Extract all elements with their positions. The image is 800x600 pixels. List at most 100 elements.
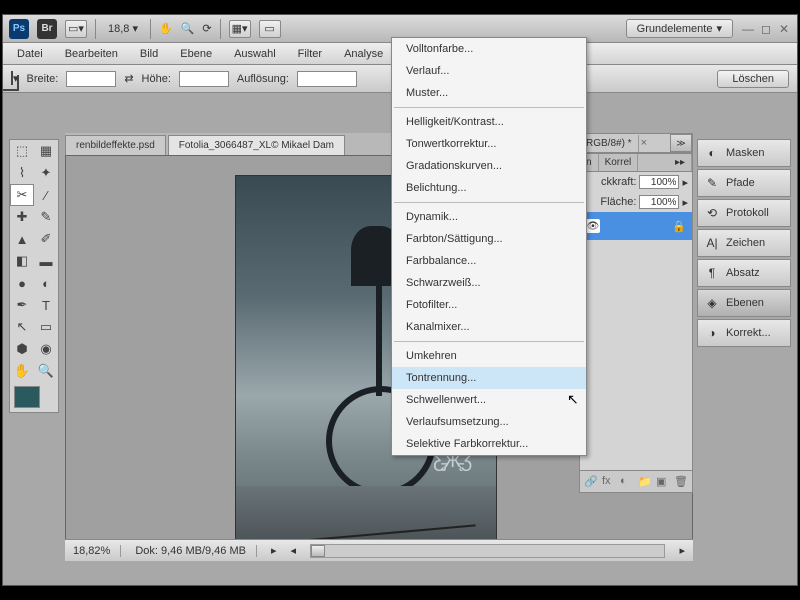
- heal-tool-icon[interactable]: ✚: [10, 206, 34, 228]
- 3d-tool-icon[interactable]: ⬢: [10, 338, 34, 360]
- menu-filter[interactable]: Filter: [288, 45, 332, 63]
- menu-ebene[interactable]: Ebene: [170, 45, 222, 63]
- zoom-tool-icon[interactable]: 🔍: [181, 22, 195, 35]
- document-tab[interactable]: renbildeffekte.psd: [65, 135, 166, 155]
- menu-item-threshold[interactable]: Schwellenwert...: [392, 389, 586, 411]
- menu-item-huesat[interactable]: Farbton/Sättigung...: [392, 228, 586, 250]
- menu-item-pattern[interactable]: Muster...: [392, 82, 586, 104]
- stamp-tool-icon[interactable]: ▲: [10, 228, 34, 250]
- move-tool-icon[interactable]: ⬚: [10, 140, 34, 162]
- new-layer-icon[interactable]: ▣: [656, 475, 670, 489]
- layers-panel: n Korrel ▸▸ ckkraft:▸ Fläche:▸ 👁 🔒 🔗 fx …: [579, 153, 693, 493]
- workspace-switcher[interactable]: Grundelemente▾: [626, 19, 733, 38]
- eraser-tool-icon[interactable]: ◧: [10, 250, 34, 272]
- lasso-tool-icon[interactable]: ⌇: [10, 162, 34, 184]
- crop-tool-icon[interactable]: ✂: [10, 184, 34, 206]
- arrange-button[interactable]: ▦▾: [229, 20, 251, 38]
- screen-mode-button[interactable]: ▭: [259, 20, 281, 38]
- menu-item-photofilter[interactable]: Fotofilter...: [392, 294, 586, 316]
- menu-item-posterize[interactable]: Tontrennung...: [392, 367, 586, 389]
- fill-input[interactable]: [639, 195, 679, 209]
- foreground-color[interactable]: [14, 386, 40, 408]
- menu-item-solidcolor[interactable]: Volltonfarbe...: [392, 38, 586, 60]
- folder-icon[interactable]: 📁: [638, 475, 652, 489]
- horizontal-scrollbar[interactable]: [310, 544, 665, 558]
- 3d-cam-icon[interactable]: ◉: [34, 338, 58, 360]
- menu-item-exposure[interactable]: Belichtung...: [392, 177, 586, 199]
- fill-label: Fläche:: [600, 196, 636, 208]
- resolution-input[interactable]: [297, 71, 357, 87]
- link-icon[interactable]: 🔗: [584, 475, 598, 489]
- menu-item-vibrance[interactable]: Dynamik...: [392, 206, 586, 228]
- opacity-input[interactable]: [639, 175, 679, 189]
- zoom-tool-icon[interactable]: 🔍: [34, 360, 58, 382]
- panel-tab[interactable]: Korrel: [599, 154, 639, 171]
- bridge-logo-icon[interactable]: Br: [37, 19, 57, 39]
- history-brush-icon[interactable]: ✐: [34, 228, 58, 250]
- maximize-button[interactable]: ◻: [759, 22, 773, 36]
- crop-tool-icon[interactable]: ▾: [11, 72, 19, 85]
- menu-item-brightness[interactable]: Helligkeit/Kontrast...: [392, 111, 586, 133]
- menu-item-gradient[interactable]: Verlauf...: [392, 60, 586, 82]
- menu-item-curves[interactable]: Gradationskurven...: [392, 155, 586, 177]
- eyedropper-tool-icon[interactable]: ⁄: [34, 184, 58, 206]
- pen-tool-icon[interactable]: ✒: [10, 294, 34, 316]
- menu-item-gradientmap[interactable]: Verlaufsumsetzung...: [392, 411, 586, 433]
- panel-korrekturen[interactable]: ◑Korrekt...: [697, 319, 791, 347]
- menu-item-selectivecolor[interactable]: Selektive Farbkorrektur...: [392, 433, 586, 455]
- rotate-view-icon[interactable]: ⟳: [202, 22, 211, 35]
- document-tab[interactable]: RGB/8#) *: [580, 135, 639, 152]
- clear-button[interactable]: Löschen: [717, 70, 789, 88]
- layer-row[interactable]: 👁 🔒: [580, 212, 692, 240]
- visibility-icon[interactable]: 👁: [586, 219, 600, 233]
- panel-pfade[interactable]: ✎Pfade: [697, 169, 791, 197]
- close-button[interactable]: ✕: [777, 22, 791, 36]
- minimize-button[interactable]: —: [741, 22, 755, 36]
- swap-icon[interactable]: ⇄: [124, 72, 133, 85]
- fx-icon[interactable]: fx: [602, 475, 616, 489]
- type-tool-icon[interactable]: T: [34, 294, 58, 316]
- panel-protokoll[interactable]: ⟲Protokoll: [697, 199, 791, 227]
- gradient-tool-icon[interactable]: ▬: [34, 250, 58, 272]
- menu-datei[interactable]: Datei: [7, 45, 53, 63]
- document-tab[interactable]: Fotolia_3066487_XL© Mikael Dam: [168, 135, 345, 155]
- path-tool-icon[interactable]: ↖: [10, 316, 34, 338]
- menu-item-channelmixer[interactable]: Kanalmixer...: [392, 316, 586, 338]
- character-icon: A|: [704, 235, 720, 251]
- mask-icon[interactable]: ◐: [620, 475, 634, 489]
- hand-tool-icon[interactable]: ✋: [10, 360, 34, 382]
- menu-item-bw[interactable]: Schwarzweiß...: [392, 272, 586, 294]
- opacity-label: ckkraft:: [601, 176, 636, 188]
- tabs-overflow-button[interactable]: ≫: [670, 134, 692, 152]
- height-input[interactable]: [179, 71, 229, 87]
- menu-bild[interactable]: Bild: [130, 45, 168, 63]
- layout-button[interactable]: ▭▾: [65, 20, 87, 38]
- masks-icon: ◐: [704, 145, 720, 161]
- blur-tool-icon[interactable]: ●: [10, 272, 34, 294]
- menu-item-invert[interactable]: Umkehren: [392, 345, 586, 367]
- menu-item-colorbalance[interactable]: Farbbalance...: [392, 250, 586, 272]
- zoom-status[interactable]: 18,82%: [73, 545, 121, 557]
- marquee-tool-icon[interactable]: ▦: [34, 140, 58, 162]
- menu-analyse[interactable]: Analyse: [334, 45, 393, 63]
- panel-menu-icon[interactable]: ▸▸: [669, 154, 692, 171]
- menu-item-levels[interactable]: Tonwertkorrektur...: [392, 133, 586, 155]
- brush-tool-icon[interactable]: ✎: [34, 206, 58, 228]
- zoom-level-select[interactable]: 18,8 ▾: [104, 21, 142, 36]
- panel-zeichen[interactable]: A|Zeichen: [697, 229, 791, 257]
- panel-absatz[interactable]: ¶Absatz: [697, 259, 791, 287]
- menu-bearbeiten[interactable]: Bearbeiten: [55, 45, 128, 63]
- dodge-tool-icon[interactable]: ◐: [34, 272, 58, 294]
- shape-tool-icon[interactable]: ▭: [34, 316, 58, 338]
- panel-ebenen[interactable]: ◈Ebenen: [697, 289, 791, 317]
- adjustment-layer-menu: Volltonfarbe... Verlauf... Muster... Hel…: [391, 37, 587, 456]
- width-input[interactable]: [66, 71, 116, 87]
- adjustments-icon: ◑: [704, 325, 720, 341]
- width-label: Breite:: [27, 73, 59, 85]
- hand-tool-icon[interactable]: ✋: [159, 22, 173, 35]
- menu-auswahl[interactable]: Auswahl: [224, 45, 286, 63]
- panel-masken[interactable]: ◐Masken: [697, 139, 791, 167]
- doc-size-status: Dok: 9,46 MB/9,46 MB: [135, 545, 257, 557]
- trash-icon[interactable]: 🗑: [674, 475, 688, 489]
- wand-tool-icon[interactable]: ✦: [34, 162, 58, 184]
